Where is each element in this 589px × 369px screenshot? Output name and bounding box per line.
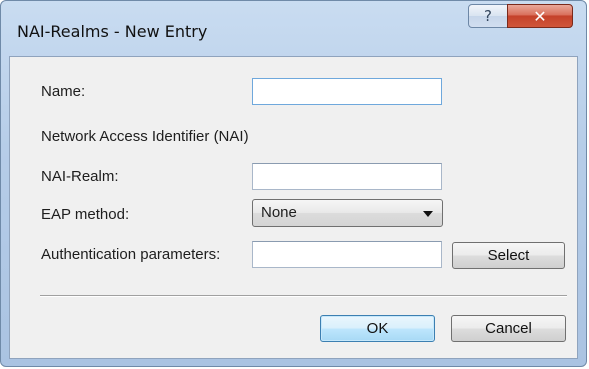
select-button-label: Select	[487, 247, 530, 264]
eap-method-select[interactable]: None	[252, 199, 443, 227]
dialog-window: NAI-Realms - New Entry ? ✕ Name: Network…	[0, 0, 587, 367]
nai-realm-input[interactable]	[252, 163, 442, 190]
title-bar[interactable]: NAI-Realms - New Entry ? ✕	[1, 1, 586, 55]
ok-button[interactable]: OK	[320, 315, 435, 342]
nai-section-label: Network Access Identifier (NAI)	[41, 128, 249, 145]
question-mark-icon: ?	[484, 7, 492, 25]
cancel-button-label: Cancel	[485, 320, 532, 337]
auth-params-input[interactable]	[252, 241, 442, 268]
name-input[interactable]	[252, 78, 442, 105]
dialog-title: NAI-Realms - New Entry	[17, 22, 208, 41]
close-button[interactable]: ✕	[507, 4, 573, 28]
select-button[interactable]: Select	[452, 242, 565, 269]
eap-method-value: None	[261, 204, 297, 221]
nai-realm-label: NAI-Realm:	[41, 168, 119, 185]
separator	[40, 295, 567, 297]
dialog-body: Name: Network Access Identifier (NAI) NA…	[9, 56, 578, 359]
chevron-down-icon	[423, 211, 433, 217]
eap-method-label: EAP method:	[41, 206, 130, 223]
auth-params-label: Authentication parameters:	[41, 246, 221, 263]
close-icon: ✕	[533, 6, 547, 26]
cancel-button[interactable]: Cancel	[451, 315, 566, 342]
ok-button-label: OK	[366, 320, 389, 337]
help-button[interactable]: ?	[468, 4, 508, 28]
name-label: Name:	[41, 83, 86, 100]
